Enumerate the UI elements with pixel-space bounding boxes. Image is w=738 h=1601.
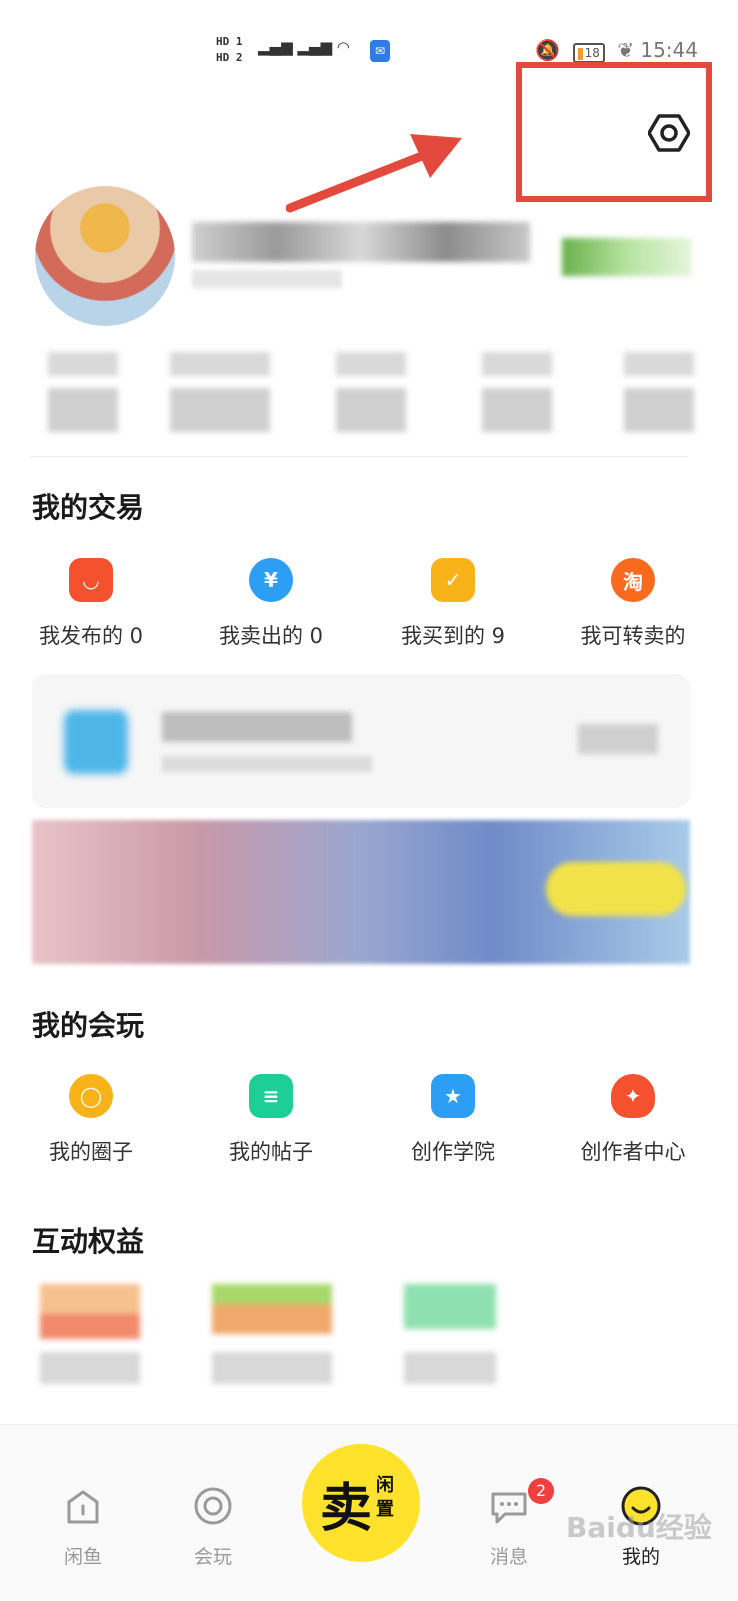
play-icon-row: ◯ 我的圈子 ≡ 我的帖子 ★ 创作学院 ✦ 创作者中心 [0,1074,738,1174]
stat-item[interactable] [48,352,118,432]
message-badge: 2 [528,1478,554,1504]
stat-item[interactable] [482,352,552,432]
username-blurred[interactable] [192,222,530,262]
star-icon: ★ [431,1074,475,1118]
play-item-posts[interactable]: ≡ 我的帖子 [180,1074,362,1166]
hexagon-settings-icon[interactable] [648,112,690,154]
status-right: 🔕 18 ❦ 15:44 [535,38,698,63]
divider [30,456,688,457]
user-subtitle-blurred [192,270,342,288]
stat-item[interactable] [170,352,270,432]
bag-icon: ◡ [69,558,113,602]
nav-play[interactable]: 会玩 [158,1484,268,1569]
trade-item-bought[interactable]: ✓ 我买到的 9 [362,558,544,650]
stat-item[interactable] [336,352,406,432]
sell-button[interactable]: 卖 闲置 [302,1444,420,1562]
battery-icon: 18 [572,43,605,63]
banner-button-blurred[interactable] [546,862,686,916]
mute-icon: 🔕 [535,38,561,62]
chat-icon [491,1492,527,1524]
yen-icon: ¥ [249,558,293,602]
card-icon [64,710,128,774]
note-check-icon: ✓ [431,558,475,602]
circle-icon: ◯ [69,1074,113,1118]
trade-item-sold[interactable]: ¥ 我卖出的 0 [180,558,362,650]
stat-item[interactable] [624,352,694,432]
rights-item-blurred[interactable] [212,1284,332,1384]
post-icon: ≡ [249,1074,293,1118]
target-icon [194,1487,232,1525]
trade-icon-row: ◡ 我发布的 0 ¥ 我卖出的 0 ✓ 我买到的 9 淘 我可转卖的 [0,558,738,658]
section-title-trade: 我的交易 [32,491,145,524]
promo-card-blurred[interactable] [32,674,690,808]
annotation-arrow [286,134,462,213]
play-item-circle[interactable]: ◯ 我的圈子 [0,1074,182,1166]
play-item-academy[interactable]: ★ 创作学院 [362,1074,544,1166]
section-title-play: 我的会玩 [32,1009,145,1042]
card-title-blurred [162,712,352,742]
nav-home[interactable]: 闲鱼 [28,1484,138,1569]
member-badge-blurred[interactable] [562,238,692,276]
trade-item-published[interactable]: ◡ 我发布的 0 [0,558,182,650]
taobao-icon: 淘 [611,558,655,602]
rights-item-blurred[interactable] [404,1284,496,1384]
clock: 15:44 [640,38,698,62]
play-item-creator-center[interactable]: ✦ 创作者中心 [542,1074,724,1166]
profile-stats [30,352,694,442]
app-notification-icon: ✉ [370,40,390,62]
watermark: Baidu经验 [566,1511,712,1544]
leaf-icon: ❦ [617,38,634,62]
signal-icon: ▂▄▆ ▂▄▆ ◠ [258,38,350,56]
sim-indicator: HD 1 HD 2 [216,35,243,64]
home-icon [67,1490,99,1524]
trade-item-resell[interactable]: 淘 我可转卖的 [542,558,724,650]
section-title-rights: 互动权益 [32,1225,145,1258]
avatar[interactable] [35,186,175,326]
card-subtitle-blurred [162,756,372,772]
card-action-blurred[interactable] [578,724,658,754]
bulb-icon: ✦ [611,1074,655,1118]
rights-item-blurred[interactable] [40,1284,140,1384]
